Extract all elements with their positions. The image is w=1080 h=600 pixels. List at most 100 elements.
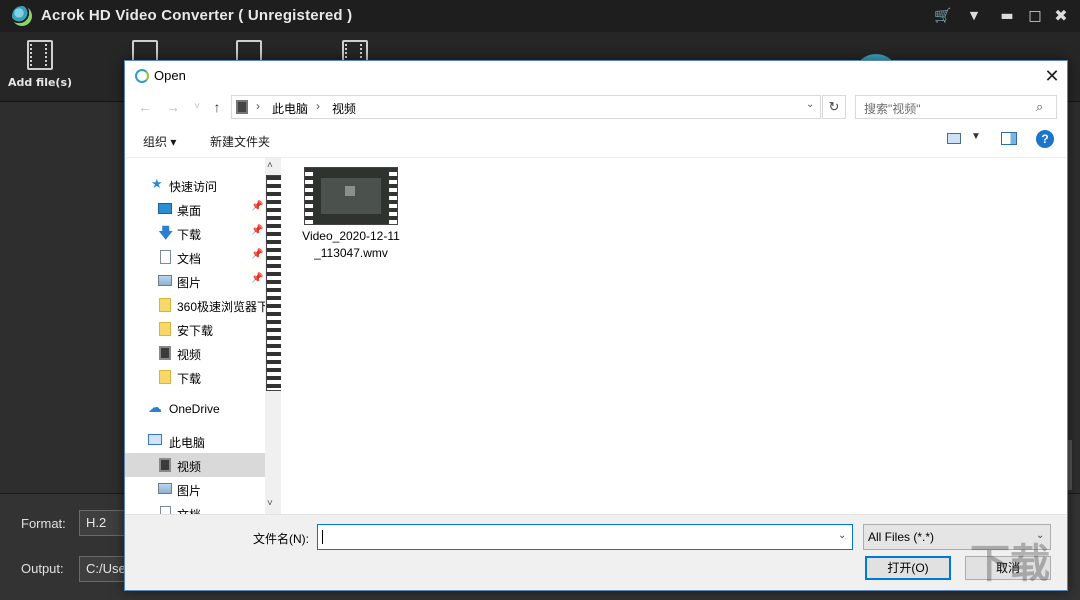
desktop-icon <box>158 203 172 214</box>
address-dropdown-icon[interactable]: ⌄ <box>806 99 814 110</box>
pin-icon: 📌 <box>251 225 264 236</box>
file-view: Video_2020-12-11_113047.wmv <box>281 158 1067 515</box>
search-placeholder: 搜索"视频" <box>864 102 921 116</box>
add-files-label: Add file(s) <box>7 76 73 89</box>
tree-item-pictures-pc[interactable]: 图片 <box>125 477 265 501</box>
open-button[interactable]: 打开(O) <box>865 556 951 580</box>
add-file-icon <box>27 40 53 70</box>
thumbnail-frame <box>321 178 381 214</box>
tree-scrollbar[interactable]: ˄ ˅ <box>265 158 281 515</box>
tree-item-desktop[interactable]: 桌面 📌 <box>125 197 265 221</box>
forward-arrow-icon[interactable]: → <box>163 97 183 117</box>
dialog-close-icon[interactable]: ✕ <box>1037 63 1067 89</box>
scroll-up-icon[interactable]: ˄ <box>267 160 273 171</box>
navigation-tree: ★ 快速访问 桌面 📌 🡇 下载 📌 文档 📌 图片 📌 360极速浏览器下 安… <box>125 158 281 515</box>
refresh-icon[interactable]: ↻ <box>822 95 846 119</box>
tree-item-label: 图片 <box>177 484 202 498</box>
star-icon: ★ <box>151 176 163 191</box>
tree-item-label: OneDrive <box>169 402 220 416</box>
search-icon[interactable]: ⌕ <box>1036 99 1043 115</box>
address-bar[interactable]: › 此电脑 › 视频 ⌄ <box>231 95 821 119</box>
video-folder-icon <box>159 458 171 472</box>
dialog-app-icon <box>135 69 149 83</box>
download-icon: 🡇 <box>158 225 174 242</box>
add-files-button[interactable]: Add file(s) <box>5 40 75 89</box>
file-item[interactable]: Video_2020-12-11_113047.wmv <box>301 167 401 263</box>
breadcrumb-separator: › <box>256 99 260 113</box>
tree-item-label: 快速访问 <box>169 180 218 194</box>
tree-item-pictures[interactable]: 图片 📌 <box>125 269 265 293</box>
tree-item-an-downloads[interactable]: 安下载 <box>125 317 265 341</box>
pictures-icon <box>158 275 172 286</box>
tree-item-label: 文档 <box>177 252 202 266</box>
search-box[interactable]: 搜索"视频" ⌕ <box>855 95 1057 119</box>
app-titlebar: Acrok HD Video Converter ( Unregistered … <box>0 0 1080 32</box>
tree-item-label: 安下载 <box>177 324 214 338</box>
breadcrumb-videos[interactable]: 视频 <box>332 100 356 117</box>
minimize-icon[interactable]: ▬ <box>996 6 1018 26</box>
document-icon <box>160 250 171 264</box>
scrollbar-thumb[interactable] <box>266 175 281 391</box>
view-dropdown-icon[interactable]: ▼ <box>971 131 981 142</box>
view-options-icon[interactable] <box>947 133 961 144</box>
tree-item-label: 图片 <box>177 276 202 290</box>
open-dialog: Open ✕ ← → ˅ ↑ › 此电脑 › 视频 ⌄ ↻ 搜索"视频" ⌕ 组… <box>124 60 1068 591</box>
tree-item-this-pc[interactable]: 此电脑 <box>125 429 265 453</box>
app-title: Acrok HD Video Converter ( Unregistered … <box>41 7 353 24</box>
command-bar: 组织 ▾ 新建文件夹 ▼ ? <box>125 125 1067 157</box>
folder-icon <box>159 370 171 384</box>
tree-item-videos-selected[interactable]: 视频 <box>125 453 265 477</box>
help-icon[interactable]: ? <box>1036 130 1054 148</box>
video-folder-icon <box>159 346 171 360</box>
recent-locations-icon[interactable]: ˅ <box>187 97 207 117</box>
tree-item-label: 视频 <box>177 348 202 362</box>
filename-input[interactable]: ⌄ <box>317 524 853 550</box>
filename-dropdown-icon[interactable]: ⌄ <box>838 530 846 541</box>
new-folder-button[interactable]: 新建文件夹 <box>210 133 270 150</box>
back-arrow-icon[interactable]: ← <box>135 97 155 117</box>
organize-menu[interactable]: 组织 ▾ <box>143 133 176 150</box>
dialog-title: Open <box>154 68 186 83</box>
tree-item-videos-quick[interactable]: 视频 <box>125 341 265 365</box>
up-arrow-icon[interactable]: ↑ <box>207 97 227 117</box>
pin-icon: 📌 <box>251 249 264 260</box>
preview-pane-icon[interactable] <box>1001 132 1017 145</box>
breadcrumb-separator: › <box>316 99 320 113</box>
tree-item-downloads-folder[interactable]: 下载 <box>125 365 265 389</box>
watermark: 下载 <box>970 541 1050 587</box>
folder-icon <box>159 298 171 312</box>
pin-icon: 📌 <box>251 201 264 212</box>
tree-item-onedrive[interactable]: ☁ OneDrive <box>125 397 265 421</box>
text-caret <box>322 530 323 544</box>
file-name: Video_2020-12-11_113047.wmv <box>302 229 400 260</box>
tree-item-documents[interactable]: 文档 📌 <box>125 245 265 269</box>
video-thumbnail <box>304 167 398 225</box>
pin-icon: 📌 <box>251 273 264 284</box>
scroll-down-icon[interactable]: ˅ <box>267 498 273 509</box>
tree-item-quick-access[interactable]: ★ 快速访问 <box>125 173 265 197</box>
output-label: Output: <box>21 561 64 576</box>
video-folder-icon <box>236 100 248 114</box>
filename-label: 文件名(N): <box>253 532 309 546</box>
format-label: Format: <box>21 516 66 531</box>
tree-item-label: 360极速浏览器下 <box>177 300 265 314</box>
tree-item-label: 下载 <box>177 228 202 242</box>
close-icon[interactable]: ✖ <box>1050 6 1072 26</box>
play-icon <box>345 186 355 196</box>
breadcrumb-this-pc[interactable]: 此电脑 <box>272 100 308 117</box>
tree-item-360-downloads[interactable]: 360极速浏览器下 <box>125 293 265 317</box>
dialog-titlebar: Open ✕ <box>125 61 1067 91</box>
tree-item-label: 桌面 <box>177 204 202 218</box>
menu-icon[interactable]: ▼ <box>963 6 985 26</box>
maximize-icon[interactable]: □ <box>1024 6 1046 26</box>
cart-icon[interactable]: 🛒 <box>932 6 954 26</box>
dialog-content: ★ 快速访问 桌面 📌 🡇 下载 📌 文档 📌 图片 📌 360极速浏览器下 安… <box>125 157 1067 515</box>
tree-item-documents-pc[interactable]: 文档 <box>125 501 265 515</box>
computer-icon <box>148 434 162 445</box>
folder-icon <box>159 322 171 336</box>
tree-item-label: 此电脑 <box>169 436 206 450</box>
app-logo-icon <box>12 6 32 26</box>
tree-item-label: 视频 <box>177 460 202 474</box>
tree-item-downloads[interactable]: 🡇 下载 📌 <box>125 221 265 245</box>
pictures-icon <box>158 483 172 494</box>
